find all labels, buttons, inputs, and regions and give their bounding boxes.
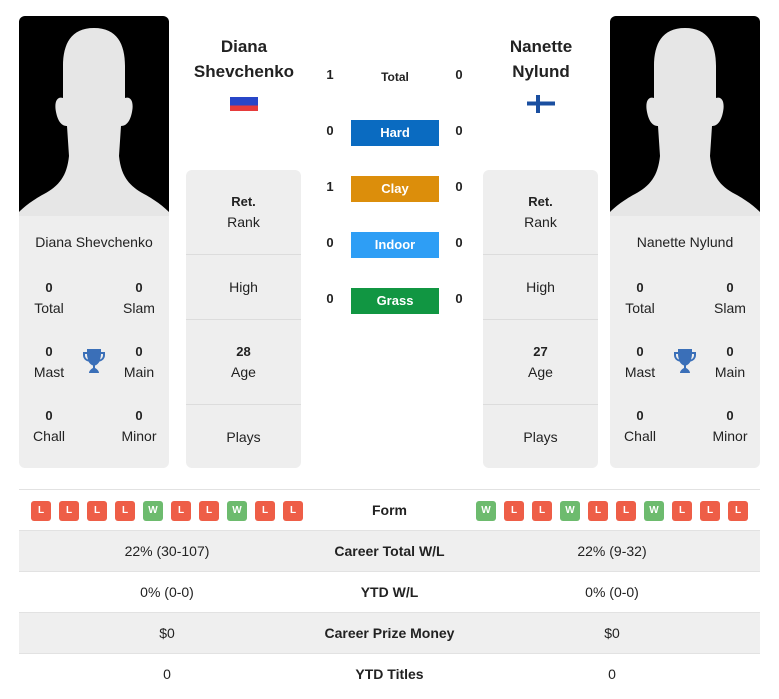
form-badge-loss[interactable]: L <box>504 501 524 521</box>
titles-minor: 0 Minor <box>121 408 157 444</box>
player2-ytd-wl: 0% (0-0) <box>585 584 639 600</box>
titles-mast: 0 Mast <box>33 344 65 380</box>
divider <box>483 319 598 320</box>
titles-main: 0 Main <box>123 344 155 380</box>
form-badge-loss[interactable]: L <box>588 501 608 521</box>
rank-info: Ret. Rank <box>227 194 260 230</box>
player2-info-card: Ret. Rank High 27 Age Plays <box>483 170 598 468</box>
ytd-wl-row: 0% (0-0) YTD W/L 0% (0-0) <box>19 571 760 612</box>
h2h-indoor-left: 0 <box>326 235 334 250</box>
player2-prize-money: $0 <box>604 625 620 641</box>
divider <box>483 404 598 405</box>
h2h-total-label: Total <box>381 70 409 84</box>
player1-ytd-titles: 0 <box>163 666 171 682</box>
form-row: LLLLWLLWLL Form WLLWLLWLLL <box>19 489 760 530</box>
form-badge-win[interactable]: W <box>143 501 163 521</box>
titles-chall: 0 Chall <box>624 408 656 444</box>
high-info: High <box>229 279 258 295</box>
silhouette-icon <box>19 28 169 216</box>
player2-photo <box>610 16 760 216</box>
player2-career-wl: 22% (9-32) <box>577 543 647 559</box>
h2h-grass-left: 0 <box>326 291 334 306</box>
age-info: 27 Age <box>528 344 553 380</box>
comparison-table: LLLLWLLWLL Form WLLWLLWLLL 22% (30-107) … <box>19 489 760 694</box>
titles-chall: 0 Chall <box>33 408 65 444</box>
trophy-icon <box>82 348 106 374</box>
form-badge-loss[interactable]: L <box>255 501 275 521</box>
player1-ytd-wl: 0% (0-0) <box>140 584 194 600</box>
plays-info: Plays <box>523 429 558 445</box>
ytd-wl-label: YTD W/L <box>360 584 419 600</box>
titles-minor: 0 Minor <box>712 408 748 444</box>
player2-card: Nanette Nylund 0 Total 0 Slam 0 Mast 0 Main … <box>610 16 760 468</box>
form-badge-win[interactable]: W <box>227 501 247 521</box>
rank-info: Ret. Rank <box>524 194 557 230</box>
h2h-total-right: 0 <box>455 67 463 82</box>
ytd-titles-row: 0 YTD Titles 0 <box>19 653 760 694</box>
form-badge-loss[interactable]: L <box>115 501 135 521</box>
player1-prize-money: $0 <box>159 625 175 641</box>
player2-ytd-titles: 0 <box>608 666 616 682</box>
age-info: 28 Age <box>231 344 256 380</box>
divider <box>186 319 301 320</box>
titles-mast: 0 Mast <box>624 344 656 380</box>
career-wl-row: 22% (30-107) Career Total W/L 22% (9-32) <box>19 530 760 571</box>
surface-clay[interactable]: Clay <box>351 176 439 202</box>
titles-main: 0 Main <box>714 344 746 380</box>
plays-info: Plays <box>226 429 261 445</box>
h2h-grass-right: 0 <box>455 291 463 306</box>
prize-money-label: Career Prize Money <box>324 625 455 641</box>
form-badge-win[interactable]: W <box>560 501 580 521</box>
form-badge-loss[interactable]: L <box>59 501 79 521</box>
form-badge-loss[interactable]: L <box>532 501 552 521</box>
h2h-total-left: 1 <box>326 67 334 82</box>
player1-info-card: Ret. Rank High 28 Age Plays <box>186 170 301 468</box>
player1-name[interactable]: Diana Shevchenko <box>19 234 169 250</box>
finland-flag-icon <box>527 95 555 113</box>
player1-form: LLLLWLLWLL <box>31 501 303 521</box>
divider <box>186 404 301 405</box>
player2-header-name[interactable]: Nanette Nylund <box>481 34 601 84</box>
titles-total: 0 Total <box>34 280 64 316</box>
surface-indoor[interactable]: Indoor <box>351 232 439 258</box>
ytd-titles-label: YTD Titles <box>355 666 424 682</box>
divider <box>186 254 301 255</box>
form-badge-loss[interactable]: L <box>199 501 219 521</box>
form-badge-win[interactable]: W <box>476 501 496 521</box>
player2-name[interactable]: Nanette Nylund <box>610 234 760 250</box>
player1-career-wl: 22% (30-107) <box>124 543 210 559</box>
form-label: Form <box>372 502 407 518</box>
titles-slam: 0 Slam <box>714 280 746 316</box>
form-badge-win[interactable]: W <box>644 501 664 521</box>
prize-money-row: $0 Career Prize Money $0 <box>19 612 760 653</box>
surface-grass[interactable]: Grass <box>351 288 439 314</box>
player1-card: Diana Shevchenko 0 Total 0 Slam 0 Mast 0 Mai… <box>19 16 169 468</box>
form-badge-loss[interactable]: L <box>87 501 107 521</box>
h2h-hard-left: 0 <box>326 123 334 138</box>
h2h-clay-right: 0 <box>455 179 463 194</box>
surface-hard[interactable]: Hard <box>351 120 439 146</box>
player1-header-name[interactable]: Diana Shevchenko <box>184 34 304 84</box>
career-wl-label: Career Total W/L <box>334 543 445 559</box>
form-badge-loss[interactable]: L <box>728 501 748 521</box>
player2-form: WLLWLLWLLL <box>476 501 748 521</box>
high-info: High <box>526 279 555 295</box>
form-badge-loss[interactable]: L <box>700 501 720 521</box>
russia-flag-icon <box>230 97 258 111</box>
titles-total: 0 Total <box>625 280 655 316</box>
h2h-hard-right: 0 <box>455 123 463 138</box>
player1-photo <box>19 16 169 216</box>
form-badge-loss[interactable]: L <box>616 501 636 521</box>
form-badge-loss[interactable]: L <box>31 501 51 521</box>
form-badge-loss[interactable]: L <box>283 501 303 521</box>
silhouette-icon <box>610 28 760 216</box>
h2h-indoor-right: 0 <box>455 235 463 250</box>
form-badge-loss[interactable]: L <box>171 501 191 521</box>
trophy-icon <box>673 348 697 374</box>
form-badge-loss[interactable]: L <box>672 501 692 521</box>
h2h-clay-left: 1 <box>326 179 334 194</box>
titles-slam: 0 Slam <box>123 280 155 316</box>
divider <box>483 254 598 255</box>
